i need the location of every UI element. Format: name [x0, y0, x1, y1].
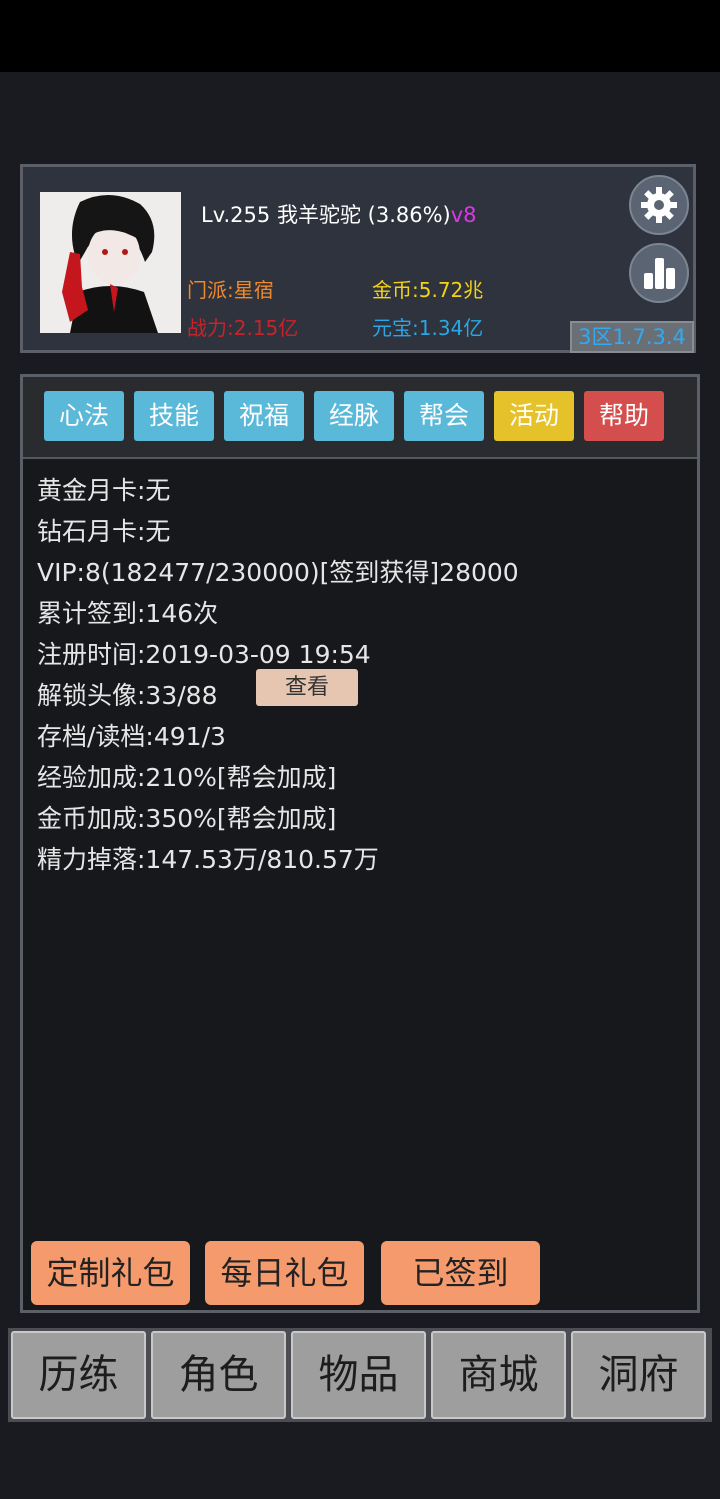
server-version-tag: 3区1.7.3.4 [570, 321, 694, 353]
settings-button[interactable] [629, 175, 689, 235]
nav-shop[interactable]: 商城 [431, 1331, 566, 1419]
yuanbao-label: 元宝:1.34亿 [372, 316, 484, 340]
checkin-button[interactable]: 已签到 [381, 1241, 540, 1305]
bar-chart-icon [644, 258, 675, 289]
energy-drop: 精力掉落:147.53万/810.57万 [37, 845, 379, 874]
vip-progress: VIP:8(182477/230000)[签到获得]28000 [37, 558, 519, 587]
sect-label: 门派:星宿 [187, 278, 274, 302]
unlocked-avatars: 解锁头像:33/88 [37, 681, 218, 710]
bottom-padding [0, 1430, 720, 1499]
nav-cave[interactable]: 洞府 [571, 1331, 706, 1419]
gold-label: 金币:5.72兆 [372, 278, 484, 302]
diamond-card-status: 钻石月卡:无 [37, 517, 171, 546]
player-level: Lv.255 [201, 203, 271, 227]
tab-events[interactable]: 活动 [494, 391, 574, 441]
vip-badge: v8 [450, 203, 477, 227]
status-bar [0, 0, 720, 72]
checkin-total: 累计签到:146次 [37, 599, 219, 628]
player-name: 我羊驼驼 [276, 203, 361, 227]
bottom-nav: 历练 角色 物品 商城 洞府 [8, 1328, 712, 1422]
main-panel: 心法 技能 祝福 经脉 帮会 活动 帮助 黄金月卡:无 钻石月卡:无 VIP:8… [20, 374, 700, 1313]
custom-gift-button[interactable]: 定制礼包 [31, 1241, 190, 1305]
level-progress: (3.86%) [367, 203, 451, 227]
tab-meridian[interactable]: 经脉 [314, 391, 394, 441]
ranking-button[interactable] [629, 243, 689, 303]
tab-guild[interactable]: 帮会 [404, 391, 484, 441]
tab-skills[interactable]: 技能 [134, 391, 214, 441]
register-time: 注册时间:2019-03-09 19:54 [37, 640, 371, 669]
gold-card-status: 黄金月卡:无 [37, 476, 171, 505]
gear-icon [641, 187, 677, 223]
power-label: 战力:2.15亿 [187, 316, 299, 340]
function-tabs: 心法 技能 祝福 经脉 帮会 活动 帮助 [23, 377, 697, 459]
nav-items[interactable]: 物品 [291, 1331, 426, 1419]
tab-blessing[interactable]: 祝福 [224, 391, 304, 441]
tab-help[interactable]: 帮助 [584, 391, 664, 441]
player-name-line: Lv.255 我羊驼驼 (3.86%)v8 [201, 199, 477, 229]
nav-character[interactable]: 角色 [151, 1331, 286, 1419]
nav-training[interactable]: 历练 [11, 1331, 146, 1419]
gold-bonus: 金币加成:350%[帮会加成] [37, 804, 337, 833]
daily-gift-button[interactable]: 每日礼包 [205, 1241, 364, 1305]
avatar[interactable] [40, 192, 181, 333]
exp-bonus: 经验加成:210%[帮会加成] [37, 763, 337, 792]
save-load-count: 存档/读档:491/3 [37, 722, 226, 751]
profile-card: Lv.255 我羊驼驼 (3.86%)v8 门派:星宿 战力:2.15亿 金币:… [20, 164, 696, 353]
view-avatars-button[interactable]: 查看 [256, 669, 358, 706]
tab-xinfa[interactable]: 心法 [44, 391, 124, 441]
